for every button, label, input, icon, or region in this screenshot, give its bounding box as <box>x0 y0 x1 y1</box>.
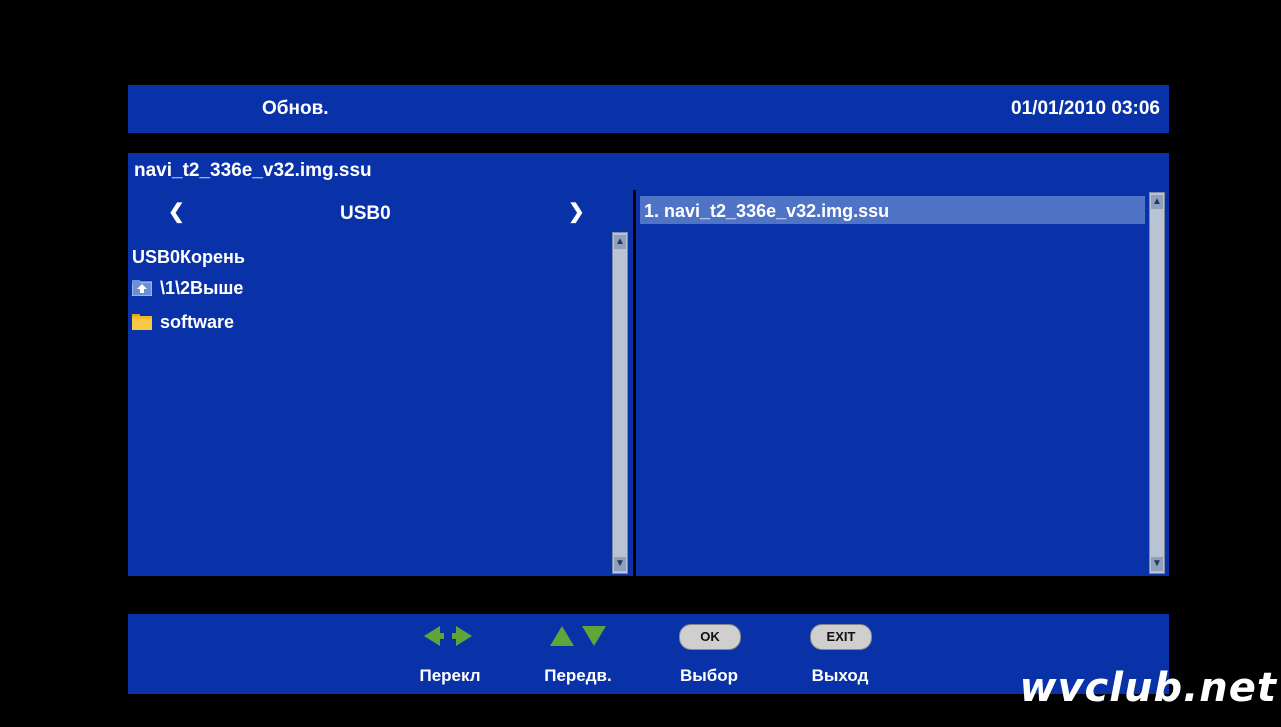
folder-up-icon <box>131 280 153 297</box>
scroll-up-icon[interactable]: ▲ <box>614 235 626 249</box>
chevron-right-icon[interactable]: ❯ <box>568 199 585 224</box>
scroll-down-icon[interactable]: ▼ <box>614 557 626 571</box>
header-bar: Обнов. 01/01/2010 03:06 <box>128 85 1169 133</box>
list-item-label: \1\2Выше <box>160 277 244 298</box>
device-selector[interactable]: ❮ USB0 ❯ <box>128 196 598 226</box>
datetime: 01/01/2010 03:06 <box>1011 98 1160 119</box>
filename-label: navi_t2_336e_v32.img.ssu <box>134 160 372 181</box>
footer-label: Выбор <box>679 666 739 685</box>
move-button[interactable]: Передв. <box>544 624 612 685</box>
scroll-down-icon[interactable]: ▼ <box>1151 557 1163 571</box>
file-list-pane[interactable]: 1. navi_t2_336e_v32.img.ssu ▲ ▼ <box>636 190 1169 576</box>
chevron-left-icon[interactable]: ❮ <box>168 199 185 224</box>
exit-key-icon: EXIT <box>810 624 872 650</box>
left-scrollbar[interactable]: ▲ ▼ <box>612 232 628 574</box>
right-scrollbar[interactable]: ▲ ▼ <box>1149 192 1165 574</box>
select-button[interactable]: OK Выбор <box>679 624 741 685</box>
folder-icon <box>132 314 152 330</box>
switch-button[interactable]: Перекл <box>419 624 481 685</box>
filename-bar: navi_t2_336e_v32.img.ssu <box>128 153 1169 190</box>
device-label: USB0 <box>340 203 391 224</box>
up-down-arrows-icon <box>550 626 606 646</box>
list-item-software[interactable]: software <box>132 310 234 334</box>
exit-button[interactable]: EXIT Выход <box>810 624 872 685</box>
file-list-item-selected[interactable]: 1. navi_t2_336e_v32.img.ssu <box>640 196 1145 224</box>
left-right-arrows-icon <box>424 626 472 646</box>
footer-label: Передв. <box>544 666 612 685</box>
watermark: wvclub.net <box>1019 665 1277 711</box>
list-item-up-folder[interactable]: \1\2Выше <box>131 276 244 300</box>
file-list-item-label: 1. navi_t2_336e_v32.img.ssu <box>644 201 890 221</box>
root-label: USB0Корень <box>132 247 245 267</box>
footer-label: Перекл <box>419 666 481 685</box>
list-item-label: software <box>160 311 235 332</box>
page-title: Обнов. <box>262 98 329 119</box>
folder-browser-pane[interactable]: ❮ USB0 ❯ USB0Корень \1\2Выше software ▲ … <box>128 190 633 576</box>
footer-label: Выход <box>811 666 869 685</box>
ok-key-icon: OK <box>679 624 741 650</box>
footer-bar: Перекл Передв. OK Выбор EXIT Выход <box>128 614 1169 694</box>
scroll-up-icon[interactable]: ▲ <box>1151 195 1163 209</box>
